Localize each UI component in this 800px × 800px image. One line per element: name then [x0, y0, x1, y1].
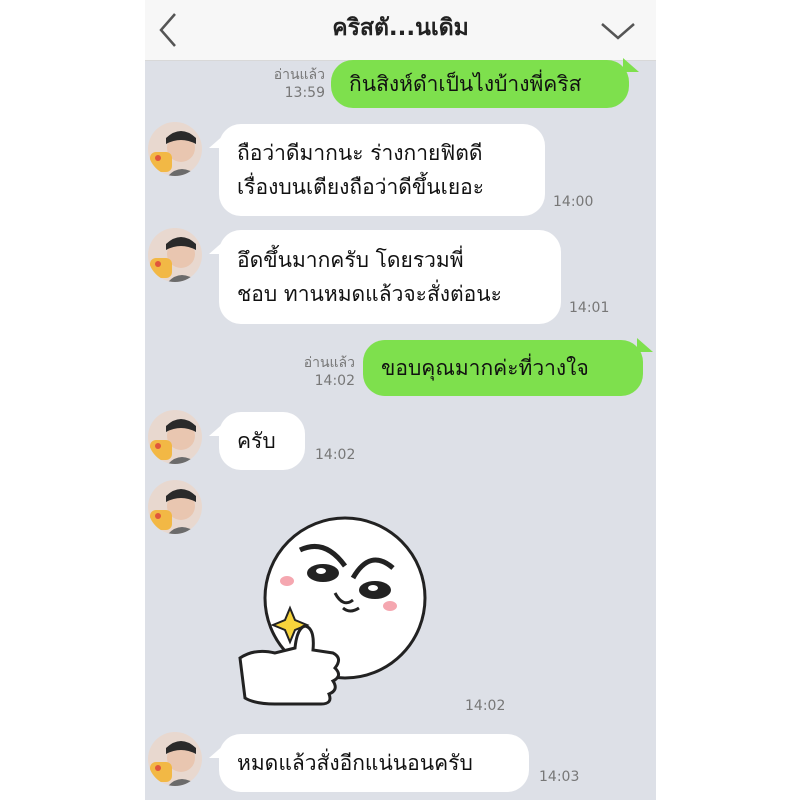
message-text: ครับ — [237, 429, 276, 453]
avatar-image — [148, 122, 202, 176]
message-meta: อ่านแล้ว 13:59 — [235, 66, 325, 102]
message-text: กินสิงห์ดำเป็นไงบ้างพี่คริส — [349, 72, 582, 96]
avatar[interactable] — [148, 122, 202, 176]
chat-header: คริสตั...นเดิม — [145, 0, 656, 61]
avatar-image — [148, 410, 202, 464]
read-receipt: อ่านแล้ว — [273, 67, 325, 83]
chat-title[interactable]: คริสตั...นเดิม — [145, 10, 656, 46]
message-time: 14:02 — [314, 373, 355, 389]
message-time: 14:00 — [553, 194, 594, 210]
chevron-down-icon[interactable] — [598, 16, 638, 46]
avatar[interactable] — [148, 228, 202, 282]
thumbs-up-sticker[interactable] — [235, 508, 435, 708]
message-time: 13:59 — [284, 85, 325, 101]
avatar-image — [148, 732, 202, 786]
avatar-image — [148, 480, 202, 534]
message-bubble-out[interactable]: กินสิงห์ดำเป็นไงบ้างพี่คริส — [331, 60, 629, 108]
message-bubble-out[interactable]: ขอบคุณมากค่ะที่วางใจ — [363, 340, 643, 396]
message-time: 14:02 — [315, 447, 356, 463]
message-time: 14:03 — [539, 769, 580, 785]
message-text: ชอบ ทานหมดแล้วจะสั่งต่อนะ — [237, 282, 502, 306]
avatar[interactable] — [148, 732, 202, 786]
message-bubble-in[interactable]: หมดแล้วสั่งอีกแน่นอนครับ — [219, 734, 529, 792]
read-receipt: อ่านแล้ว — [303, 355, 355, 371]
message-meta: อ่านแล้ว 14:02 — [265, 354, 355, 390]
message-text: ถือว่าดีมากนะ ร่างกายฟิตดี — [237, 141, 483, 165]
message-text: หมดแล้วสั่งอีกแน่นอนครับ — [237, 751, 473, 775]
avatar[interactable] — [148, 410, 202, 464]
message-bubble-in[interactable]: อึดขึ้นมากครับ โดยรวมพี่ ชอบ ทานหมดแล้วจ… — [219, 230, 561, 324]
message-text: เรื่องบนเตียงถือว่าดีขึ้นเยอะ — [237, 175, 485, 199]
message-bubble-in[interactable]: ถือว่าดีมากนะ ร่างกายฟิตดี เรื่องบนเตียง… — [219, 124, 545, 216]
message-time: 14:01 — [569, 300, 610, 316]
avatar-image — [148, 228, 202, 282]
message-time: 14:02 — [465, 698, 506, 714]
message-bubble-in[interactable]: ครับ — [219, 412, 305, 470]
message-text: อึดขึ้นมากครับ โดยรวมพี่ — [237, 248, 464, 272]
message-text: ขอบคุณมากค่ะที่วางใจ — [381, 356, 589, 380]
avatar[interactable] — [148, 480, 202, 534]
chat-screen: คริสตั...นเดิม อ่านแล้ว 13:59 กินสิงห์ดำ… — [145, 0, 656, 800]
